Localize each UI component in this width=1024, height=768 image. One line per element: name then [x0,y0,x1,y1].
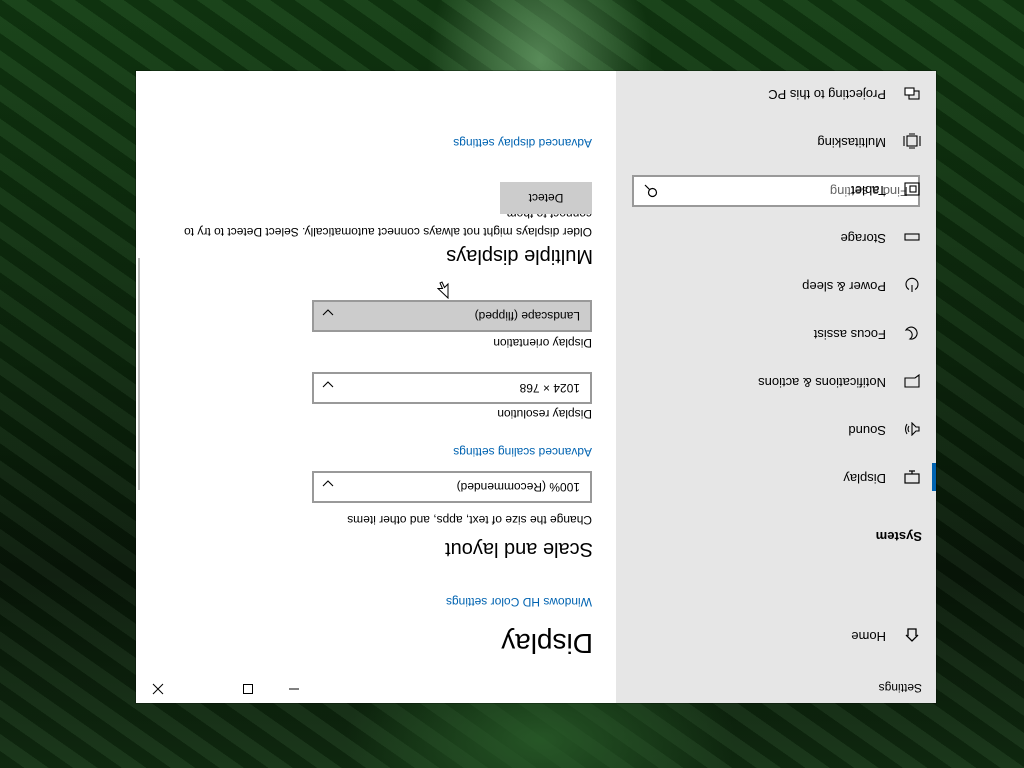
scrollbar[interactable] [138,258,140,490]
chevron-down-icon [322,303,334,321]
nav-item-label: Notifications & actions [758,375,886,390]
nav-item-label: Projecting to this PC [768,87,886,102]
scale-layout-heading: Scale and layout [445,538,593,560]
power-icon [902,277,922,293]
maximize-button[interactable] [226,671,270,703]
sidebar-item-focus-assist[interactable]: Focus assist [616,313,936,353]
mouse-cursor-icon [436,276,449,300]
advanced-scaling-link[interactable]: Advanced scaling settings [453,445,592,459]
sidebar-item-storage[interactable]: Storage [616,217,936,257]
sidebar-item-display[interactable]: Display [616,457,936,497]
scale-label: Change the size of text, apps, and other… [347,513,592,527]
notification-icon [902,373,922,389]
resolution-label: Display resolution [497,407,592,421]
nav-item-label: Storage [840,231,886,246]
speaker-icon [902,421,922,437]
section-header-system: System [875,529,922,544]
scale-value: 100% (Recommended) [456,480,580,494]
chevron-down-icon [322,375,334,393]
nav-item-home[interactable]: Home [616,615,936,655]
chevron-down-icon [322,474,334,492]
minimize-icon [288,678,300,696]
sidebar-item-projecting[interactable]: Projecting to this PC [616,73,936,113]
nav-item-label: Home [851,629,886,644]
nav-item-label: Focus assist [813,327,886,342]
minimize-button[interactable] [272,671,316,703]
content-pane: Display Windows HD Color settings Scale … [136,71,616,703]
moon-icon [902,325,922,341]
app-title: Settings [878,681,922,695]
sidebar-item-tablet[interactable]: Tablet [616,169,936,209]
display-icon [902,469,922,485]
nav-pane: Settings Home Find a setting System Disp… [616,71,936,703]
sidebar-item-power-sleep[interactable]: Power & sleep [616,265,936,305]
nav-item-label: Sound [848,423,886,438]
advanced-display-link[interactable]: Advanced display settings [453,136,592,150]
sidebar-item-notifications[interactable]: Notifications & actions [616,361,936,401]
multiple-displays-heading: Multiple displays [446,245,593,267]
detect-button[interactable]: Detect [500,182,592,214]
nav-item-label: Tablet [851,183,886,198]
nav-item-label: Display [843,471,886,486]
projector-icon [902,85,922,101]
multitasking-icon [902,133,922,149]
close-icon [152,678,164,696]
hd-color-settings-link[interactable]: Windows HD Color settings [446,595,592,609]
orientation-dropdown[interactable]: Landscape (flipped) [312,300,592,332]
tablet-icon [902,181,922,197]
resolution-value: 1024 × 768 [519,381,580,395]
orientation-label: Display orientation [493,336,592,350]
settings-window: Settings Home Find a setting System Disp… [136,71,936,703]
home-icon [902,627,922,643]
sidebar-item-sound[interactable]: Sound [616,409,936,449]
orientation-value: Landscape (flipped) [474,309,580,323]
scale-dropdown[interactable]: 100% (Recommended) [312,471,592,503]
nav-item-label: Power & sleep [802,279,886,294]
sidebar-item-multitasking[interactable]: Multitasking [616,121,936,161]
maximize-icon [242,678,254,696]
nav-item-label: Multitasking [817,135,886,150]
close-button[interactable] [136,671,180,703]
page-title: Display [501,628,593,659]
active-indicator [932,463,936,491]
storage-icon [902,229,922,245]
resolution-dropdown[interactable]: 1024 × 768 [312,372,592,404]
